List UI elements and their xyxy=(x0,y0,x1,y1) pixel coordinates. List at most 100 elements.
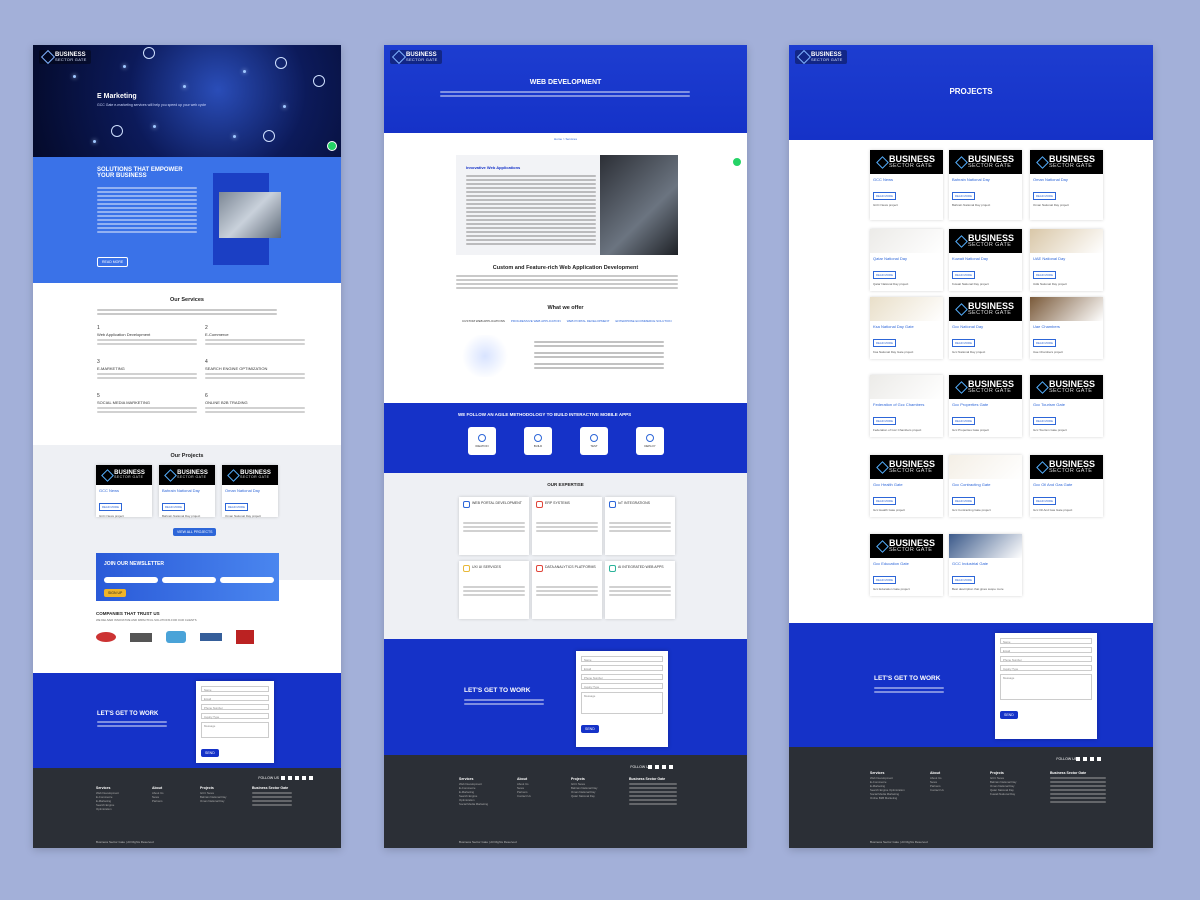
send-button[interactable]: SEND xyxy=(581,725,599,733)
expertise-card[interactable]: ERP SYSTEMS xyxy=(532,497,602,555)
message-field[interactable]: Message xyxy=(1000,674,1092,700)
linkedin-icon[interactable] xyxy=(295,776,299,780)
newsletter-email-input[interactable] xyxy=(162,577,216,583)
footer-link[interactable]: Qatar National Day xyxy=(571,794,605,799)
facebook-icon[interactable] xyxy=(281,776,285,780)
phone-field[interactable]: Phone Number xyxy=(1000,656,1092,662)
name-field[interactable]: Name xyxy=(581,656,663,662)
twitter-icon[interactable] xyxy=(655,765,659,769)
instagram-icon[interactable] xyxy=(1097,757,1101,761)
project-read-more-button[interactable]: READ MORE xyxy=(162,503,185,511)
project-read-more-button[interactable]: READ MORE xyxy=(1033,417,1056,425)
inquiry-select[interactable]: Inquiry Type xyxy=(1000,665,1092,671)
youtube-icon[interactable] xyxy=(309,776,313,780)
expertise-card[interactable]: DATA ANALYTICS PLATFORMS xyxy=(532,561,602,619)
service-item[interactable]: 6 ONLINE B2B TRADING xyxy=(205,393,305,413)
newsletter-phone-input[interactable] xyxy=(220,577,274,583)
footer-link[interactable]: Oman National Day xyxy=(200,799,230,804)
message-field[interactable]: Message xyxy=(581,692,663,714)
project-read-more-button[interactable]: READ MORE xyxy=(952,271,975,279)
project-card[interactable]: BUSINESS SECTOR GATE Gcc Tourism Gate READ … xyxy=(1030,375,1103,437)
instagram-icon[interactable] xyxy=(302,776,306,780)
whatsapp-icon[interactable] xyxy=(732,157,742,167)
project-card[interactable]: UAE National Day READ MORE UAE National Da… xyxy=(1030,229,1103,291)
project-card[interactable]: GCC Industrial Gate READ MORE Best descrip… xyxy=(949,534,1022,596)
linkedin-icon[interactable] xyxy=(662,765,666,769)
project-read-more-button[interactable]: READ MORE xyxy=(1033,339,1056,347)
project-card[interactable]: BUSINESS SECTOR GATE Oman National Day READ… xyxy=(1030,150,1103,220)
project-card[interactable]: Uae Chambers READ MORE Uae Chambers projec… xyxy=(1030,297,1103,359)
expertise-card[interactable]: WEB PORTAL DEVELOPMENT xyxy=(459,497,529,555)
service-item[interactable]: 5 SOCIAL MEDIA MARKETING xyxy=(97,393,197,413)
project-read-more-button[interactable]: READ MORE xyxy=(1033,497,1056,505)
service-item[interactable]: 4 SEARCH ENGINE OPTIMIZATION xyxy=(205,359,305,379)
project-read-more-button[interactable]: READ MORE xyxy=(873,192,896,200)
project-card[interactable]: BUSINESS SECTOR GATE Gcc National Day READ … xyxy=(949,297,1022,359)
project-read-more-button[interactable]: READ MORE xyxy=(1033,192,1056,200)
project-read-more-button[interactable]: READ MORE xyxy=(952,576,975,584)
tab-web-portal[interactable]: WEB PORTAL DEVELOPMENT xyxy=(567,319,610,323)
twitter-icon[interactable] xyxy=(1083,757,1087,761)
project-read-more-button[interactable]: READ MORE xyxy=(873,576,896,584)
footer-link[interactable]: Social Media Marketing xyxy=(459,802,493,807)
footer-link[interactable]: Partners xyxy=(152,799,178,804)
project-card[interactable]: Qatar National Day READ MORE Qatar Nationa… xyxy=(870,229,943,291)
footer-link[interactable]: Online B2B Marketing xyxy=(870,796,906,801)
name-field[interactable]: Name xyxy=(201,686,269,692)
project-card[interactable]: Federation of Gcc Chambers READ MORE Feder… xyxy=(870,375,943,437)
project-card[interactable]: BUSINESS SECTOR GATE Oman National Day RE… xyxy=(222,465,278,518)
tab-ecommerce[interactable]: ENTERPRISE ECOMMERCE SOLUTION xyxy=(616,319,672,323)
inquiry-select[interactable]: Inquiry Type xyxy=(201,713,269,719)
send-button[interactable]: SEND xyxy=(1000,711,1018,719)
project-read-more-button[interactable]: READ MORE xyxy=(952,192,975,200)
footer-link[interactable]: Contact Us xyxy=(517,794,547,799)
linkedin-icon[interactable] xyxy=(1090,757,1094,761)
breadcrumb[interactable]: Home > Services xyxy=(384,137,747,141)
project-read-more-button[interactable]: READ MORE xyxy=(873,417,896,425)
service-item[interactable]: 2 E-Commerce xyxy=(205,325,305,345)
whatsapp-icon[interactable] xyxy=(327,141,337,151)
logo[interactable]: BUSINESS SECTOR GATE xyxy=(795,49,847,65)
expertise-card[interactable]: IoT INTEGRATIONS xyxy=(605,497,675,555)
project-read-more-button[interactable]: READ MORE xyxy=(1033,271,1056,279)
logo[interactable]: BUSINESS SECTOR GATE xyxy=(390,49,442,65)
email-field[interactable]: Email xyxy=(581,665,663,671)
project-read-more-button[interactable]: READ MORE xyxy=(99,503,122,511)
footer-link[interactable]: Kuwait National Day xyxy=(990,792,1026,797)
name-field[interactable]: Name xyxy=(1000,638,1092,644)
project-card[interactable]: BUSINESS SECTOR GATE Bahrain National Day R… xyxy=(949,150,1022,220)
service-item[interactable]: 3 E-MARKETING xyxy=(97,359,197,379)
logo[interactable]: BUSINESS SECTOR GATE xyxy=(39,49,91,65)
project-read-more-button[interactable]: READ MORE xyxy=(873,271,896,279)
newsletter-name-input[interactable] xyxy=(104,577,158,583)
footer-link[interactable]: Search Engine Optimization xyxy=(96,803,130,812)
message-field[interactable]: Message xyxy=(201,722,269,738)
email-field[interactable]: Email xyxy=(201,695,269,701)
expertise-card[interactable]: AI INTEGRATED WEB APPS xyxy=(605,561,675,619)
project-card[interactable]: BUSINESS SECTOR GATE Bahrain National Day… xyxy=(159,465,215,518)
phone-field[interactable]: Phone Number xyxy=(201,704,269,710)
project-card[interactable]: BUSINESS SECTOR GATE GCC News READ MORE GCC … xyxy=(870,150,943,220)
project-card[interactable]: Ksa National Day Gate READ MORE Ksa Nation… xyxy=(870,297,943,359)
service-item[interactable]: 1 Web Application Development xyxy=(97,325,197,345)
project-card[interactable]: BUSINESS SECTOR GATE Gcc Education Gate REA… xyxy=(870,534,943,596)
project-read-more-button[interactable]: READ MORE xyxy=(225,503,248,511)
project-read-more-button[interactable]: READ MORE xyxy=(873,339,896,347)
read-more-button[interactable]: READ MORE xyxy=(97,257,129,267)
project-card[interactable]: BUSINESS SECTOR GATE Gcc Health Gate READ M… xyxy=(870,455,943,517)
email-field[interactable]: Email xyxy=(1000,647,1092,653)
project-card[interactable]: BUSINESS SECTOR GATE Kuwait National Day RE… xyxy=(949,229,1022,291)
view-all-projects-button[interactable]: VIEW ALL PROJECTS xyxy=(173,528,217,536)
inquiry-select[interactable]: Inquiry Type xyxy=(581,683,663,689)
project-card[interactable]: BUSINESS SECTOR GATE Gcc Oil And Gas Gate R… xyxy=(1030,455,1103,517)
project-read-more-button[interactable]: READ MORE xyxy=(952,417,975,425)
send-button[interactable]: SEND xyxy=(201,749,219,757)
project-read-more-button[interactable]: READ MORE xyxy=(952,497,975,505)
project-card[interactable]: BUSINESS SECTOR GATE Gcc Properties Gate RE… xyxy=(949,375,1022,437)
twitter-icon[interactable] xyxy=(288,776,292,780)
facebook-icon[interactable] xyxy=(648,765,652,769)
project-read-more-button[interactable]: READ MORE xyxy=(952,339,975,347)
footer-link[interactable]: Contact Us xyxy=(930,788,966,793)
project-read-more-button[interactable]: READ MORE xyxy=(873,497,896,505)
project-card[interactable]: Gcc Contracting Gate READ MORE Gcc Contrac… xyxy=(949,455,1022,517)
